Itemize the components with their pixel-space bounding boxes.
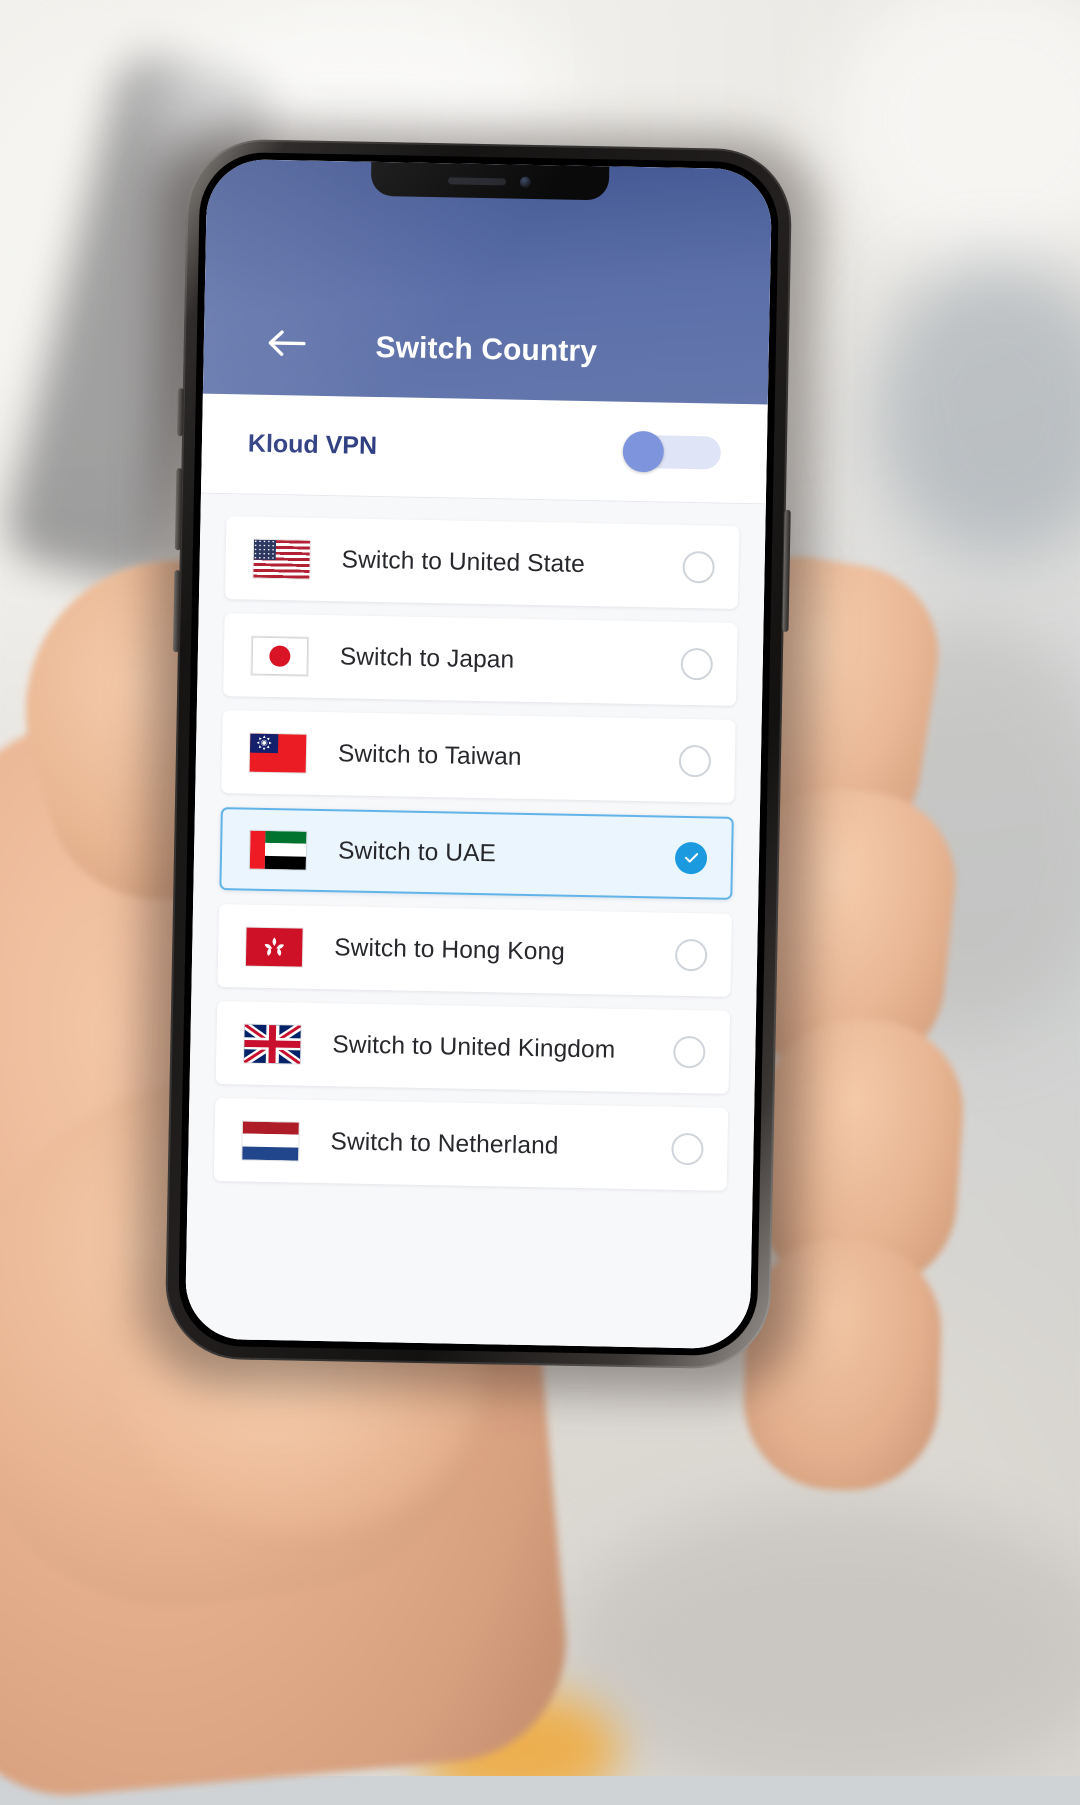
- country-row-nl[interactable]: Switch to Netherland: [213, 1098, 729, 1191]
- front-camera-icon: [519, 176, 532, 188]
- mute-switch[interactable]: [177, 388, 184, 437]
- country-label: Switch to Taiwan: [337, 739, 522, 771]
- arrow-left-icon: [266, 327, 307, 360]
- volume-down-button[interactable]: [172, 570, 181, 653]
- country-radio-hk[interactable]: [674, 938, 708, 971]
- flag-hk-icon: [245, 927, 303, 967]
- country-radio-tw[interactable]: [678, 744, 712, 777]
- country-radio-nl[interactable]: [671, 1132, 704, 1165]
- country-row-tw[interactable]: Switch to Taiwan: [221, 710, 736, 803]
- country-radio-uk[interactable]: [673, 1035, 706, 1068]
- vpn-app-name: Kloud VPN: [247, 429, 378, 460]
- flag-uk-icon: [244, 1024, 301, 1064]
- phone-screen: Switch Country Kloud VPN Switch to Unite…: [184, 158, 773, 1350]
- check-icon: [681, 848, 700, 867]
- earpiece-speaker: [447, 176, 507, 185]
- country-radio-jp[interactable]: [680, 647, 714, 680]
- country-row-us[interactable]: Switch to United State: [224, 516, 740, 609]
- country-row-hk[interactable]: Switch to Hong Kong: [217, 904, 732, 997]
- flag-ae-icon: [249, 830, 307, 870]
- country-row-uk[interactable]: Switch to United Kingdom: [215, 1001, 731, 1094]
- country-label: Switch to Japan: [339, 642, 515, 674]
- country-radio-us[interactable]: [682, 550, 715, 583]
- country-row-ae[interactable]: Switch to UAE: [219, 807, 734, 900]
- volume-up-button[interactable]: [174, 468, 183, 551]
- country-label: Switch to United Kingdom: [332, 1030, 616, 1064]
- back-button[interactable]: [259, 317, 312, 370]
- country-list: Switch to United State Switch to Japan S…: [184, 493, 766, 1350]
- country-label: Switch to UAE: [337, 836, 497, 867]
- flag-tw-icon: [249, 733, 307, 773]
- vpn-power-toggle[interactable]: [622, 430, 722, 473]
- smartphone: Switch Country Kloud VPN Switch to Unite…: [137, 123, 822, 1397]
- country-row-jp[interactable]: Switch to Japan: [223, 613, 738, 706]
- flag-jp-icon: [251, 636, 309, 676]
- country-label: Switch to United State: [341, 545, 586, 578]
- phone-bezel: Switch Country Kloud VPN Switch to Unite…: [177, 151, 780, 1357]
- vpn-app: Switch Country Kloud VPN Switch to Unite…: [184, 158, 773, 1350]
- toggle-knob: [622, 430, 665, 473]
- vpn-status-bar: Kloud VPN: [200, 393, 768, 505]
- country-radio-ae[interactable]: [674, 841, 708, 874]
- country-label: Switch to Hong Kong: [334, 933, 566, 966]
- notch: [370, 161, 609, 201]
- flag-us-icon: [253, 539, 311, 579]
- phone-frame: Switch Country Kloud VPN Switch to Unite…: [164, 138, 793, 1370]
- flag-nl-icon: [242, 1121, 299, 1161]
- country-label: Switch to Netherland: [330, 1127, 559, 1160]
